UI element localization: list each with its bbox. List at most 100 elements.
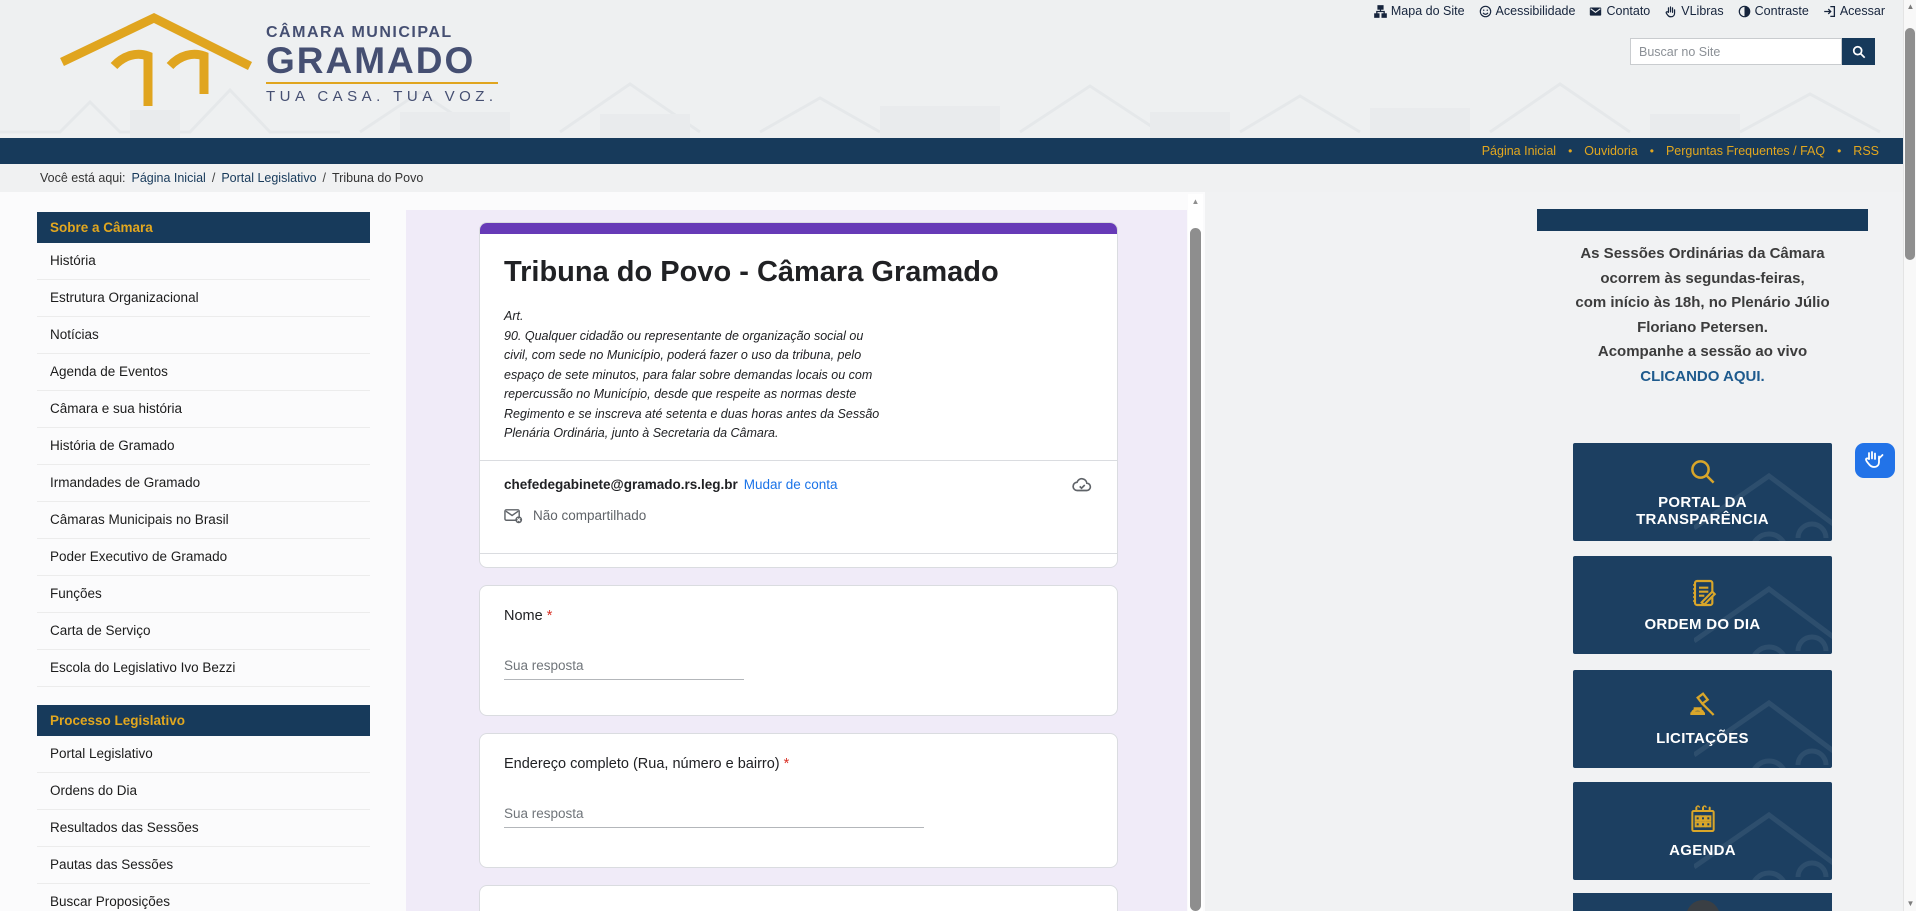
navbar-item: Perguntas Frequentes / FAQ	[1638, 144, 1825, 158]
hand-icon	[1664, 5, 1677, 18]
sidebar-section-sobre-a-camara[interactable]: Sobre a Câmara	[37, 212, 370, 243]
form-description-line: civil, com sede no Município, poderá faz…	[504, 346, 1093, 366]
sidebar-item[interactable]: Buscar Proposições	[37, 884, 370, 911]
licitacoes-button[interactable]: LICITAÇÕES	[1573, 670, 1832, 768]
sidebar-item[interactable]: Funções	[37, 576, 370, 613]
form-field-nome: Nome*	[479, 585, 1118, 716]
form-description-line: Regimento e se inscreva até setenta e du…	[504, 405, 1093, 425]
sidebar-item[interactable]: Agenda de Eventos	[37, 354, 370, 391]
sidebar-item[interactable]: Irmandades de Gramado	[37, 465, 370, 502]
breadcrumb-link-home[interactable]: Página Inicial	[131, 171, 205, 185]
logo-roof-icon	[58, 10, 258, 110]
account-email: chefedegabinete@gramado.rs.leg.br	[504, 477, 738, 492]
ordem-do-dia-button[interactable]: ORDEM DO DIA	[1573, 556, 1832, 654]
logo[interactable]: CÂMARA MUNICIPAL GRAMADO TUA CASA. TUA V…	[58, 10, 498, 110]
site-header: Mapa do Site Acessibilidade Contato VLib…	[0, 0, 1903, 138]
sidebar-item[interactable]: Câmaras Municipais no Brasil	[37, 502, 370, 539]
sidebar-item[interactable]: Pautas das Sessões	[37, 847, 370, 884]
sidebar-item[interactable]: Portal Legislativo	[37, 736, 370, 773]
agenda-button[interactable]: AGENDA	[1573, 782, 1832, 880]
link-contato[interactable]: Contato	[1589, 4, 1650, 18]
session-notice-lines: As Sessões Ordinárias da Câmaraocorrem à…	[1527, 242, 1878, 365]
form-scrollbar-up-arrow[interactable]: ▲	[1188, 197, 1203, 206]
link-acessar[interactable]: Acessar	[1823, 4, 1885, 18]
endereco-input[interactable]	[504, 802, 924, 828]
session-notice-line: As Sessões Ordinárias da Câmara	[1527, 242, 1878, 267]
link-vlibras[interactable]: VLibras	[1664, 4, 1723, 18]
breadcrumb-separator: /	[323, 171, 326, 185]
sign-in-icon	[1823, 5, 1836, 18]
search-icon	[1852, 45, 1866, 59]
contrast-icon	[1738, 5, 1751, 18]
sidebar-gap	[37, 687, 370, 705]
sidebar-item[interactable]: Poder Executivo de Gramado	[37, 539, 370, 576]
sidebar-item[interactable]: Carta de Serviço	[37, 613, 370, 650]
vlibras-widget-button[interactable]	[1855, 443, 1895, 478]
navbar-link[interactable]: Página Inicial	[1482, 144, 1556, 158]
form-field-cut-off	[479, 885, 1118, 911]
account-row: chefedegabinete@gramado.rs.leg.br Mudar …	[480, 461, 1117, 498]
site-search	[1630, 38, 1875, 65]
watch-live-link[interactable]: CLICANDO AQUI.	[1640, 368, 1764, 385]
form-scrollbar[interactable]: ▲	[1188, 194, 1203, 911]
field-label-text: Nome	[504, 608, 543, 624]
page-scrollbar-thumb[interactable]	[1905, 28, 1915, 260]
page: Mapa do Site Acessibilidade Contato VLib…	[0, 0, 1916, 911]
form-title: Tribuna do Povo - Câmara Gramado	[504, 256, 1093, 289]
sidebar-list-processo: Portal LegislativoOrdens do DiaResultado…	[37, 736, 370, 911]
sidebar-item[interactable]: Estrutura Organizacional	[37, 280, 370, 317]
navbar-link[interactable]: Perguntas Frequentes / FAQ	[1666, 144, 1825, 158]
sidebar-item[interactable]: História	[37, 243, 370, 280]
navbar-link[interactable]: RSS	[1853, 144, 1879, 158]
link-mapa-do-site[interactable]: Mapa do Site	[1374, 4, 1465, 18]
breadcrumb-link-portal[interactable]: Portal Legislativo	[221, 171, 316, 185]
sidebar-item[interactable]: Ordens do Dia	[37, 773, 370, 810]
sidebar-item[interactable]: Resultados das Sessões	[37, 810, 370, 847]
sidebar-item[interactable]: Escola do Legislativo Ivo Bezzi	[37, 650, 370, 687]
search-input[interactable]	[1630, 38, 1842, 65]
page-scrollbar-up-arrow[interactable]: ▲	[1904, 2, 1916, 12]
share-status-label: Não compartilhado	[533, 508, 646, 523]
main-navbar: Página Inicial Ouvidoria Perguntas Frequen…	[0, 138, 1903, 164]
breadcrumb: Você está aqui: Página Inicial / Portal …	[0, 164, 1903, 192]
link-contraste[interactable]: Contraste	[1738, 4, 1809, 18]
sitemap-icon	[1374, 5, 1387, 18]
required-note: * Indica uma pergunta obrigatória	[480, 554, 1117, 569]
embedded-form-area: Tribuna do Povo - Câmara Gramado Art.90.…	[406, 210, 1187, 911]
right-column-header-bar	[1537, 209, 1868, 231]
field-label: Endereço completo (Rua, número e bairro)…	[504, 756, 1093, 772]
side-button-label: AGENDA	[1669, 842, 1736, 859]
sidebar-section-processo-legislativo[interactable]: Processo Legislativo	[37, 705, 370, 736]
sidebar-item[interactable]: História de Gramado	[37, 428, 370, 465]
field-label-text: Endereço completo (Rua, número e bairro)	[504, 756, 780, 772]
utility-link-label: Acessar	[1840, 4, 1885, 18]
utility-link-label: Acessibilidade	[1496, 4, 1576, 18]
switch-account-link[interactable]: Mudar de conta	[744, 477, 838, 492]
navbar-link[interactable]: Ouvidoria	[1584, 144, 1638, 158]
form-description-line: Plenária Ordinária, junto à Secretaria d…	[504, 424, 1093, 444]
form-field-endereco: Endereço completo (Rua, número e bairro)…	[479, 733, 1118, 868]
page-scrollbar-down-arrow[interactable]: ▼	[1904, 899, 1916, 909]
session-notice-line: com início às 18h, no Plenário Júlio	[1527, 291, 1878, 316]
utility-link-label: VLibras	[1681, 4, 1723, 18]
form-scrollbar-thumb[interactable]	[1190, 228, 1201, 911]
utility-nav: Mapa do Site Acessibilidade Contato VLib…	[1374, 4, 1885, 18]
navbar-item: RSS	[1825, 144, 1879, 158]
required-asterisk: *	[784, 756, 790, 772]
link-acessibilidade[interactable]: Acessibilidade	[1479, 4, 1576, 18]
page-scrollbar[interactable]: ▲ ▼	[1903, 0, 1916, 911]
sidebar-item[interactable]: Notícias	[37, 317, 370, 354]
session-notice-line: ocorrem às segundas-feiras,	[1527, 267, 1878, 292]
portal-transparencia-button[interactable]: PORTAL DA TRANSPARÊNCIA	[1573, 443, 1832, 541]
order-list-icon	[1687, 577, 1719, 609]
brand-tagline: TUA CASA. TUA VOZ.	[266, 88, 498, 105]
nome-input[interactable]	[504, 654, 744, 680]
transparency-search-icon	[1688, 457, 1718, 487]
session-notice-line: Floriano Petersen.	[1527, 316, 1878, 341]
envelope-icon	[1589, 5, 1602, 18]
breadcrumb-prefix: Você está aqui:	[40, 171, 125, 185]
sidebar-item[interactable]: Câmara e sua história	[37, 391, 370, 428]
next-side-button-cut-off[interactable]	[1573, 893, 1832, 911]
field-label: Nome*	[504, 608, 1093, 624]
search-button[interactable]	[1842, 38, 1875, 65]
